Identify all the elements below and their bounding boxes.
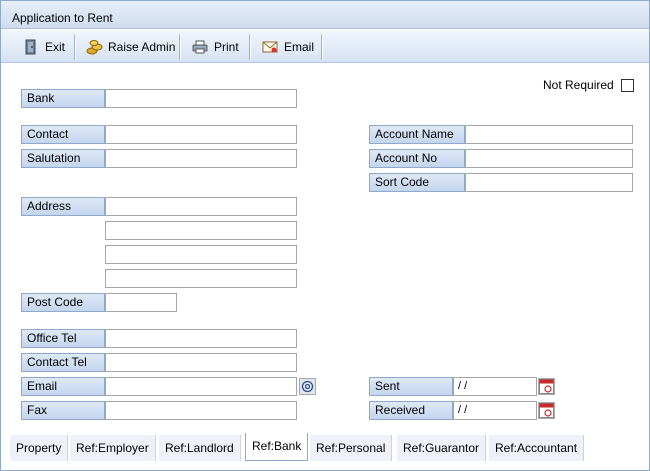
door-icon bbox=[23, 39, 39, 55]
window-title: Application to Rent bbox=[12, 11, 113, 25]
tab-ref-landlord[interactable]: Ref:Landlord bbox=[159, 435, 241, 461]
contact-field[interactable] bbox=[105, 125, 297, 144]
at-sign-icon[interactable] bbox=[299, 378, 316, 395]
tab-ref-bank[interactable]: Ref:Bank bbox=[245, 433, 309, 461]
print-button[interactable]: Print bbox=[192, 34, 239, 60]
tab-ref-employer[interactable]: Ref:Employer bbox=[70, 435, 156, 461]
toolbar-separator bbox=[179, 34, 180, 60]
email-label: Email bbox=[284, 40, 315, 54]
tab-ref-guarantor[interactable]: Ref:Guarantor bbox=[397, 435, 487, 461]
address-line-4-field[interactable] bbox=[105, 269, 297, 288]
envelope-icon bbox=[262, 39, 278, 55]
account-no-label: Account No bbox=[369, 149, 465, 168]
calendar-icon[interactable] bbox=[538, 378, 555, 395]
sort-code-field[interactable] bbox=[465, 173, 633, 192]
address-line-1-field[interactable] bbox=[105, 197, 297, 216]
contact-tel-field[interactable] bbox=[105, 353, 297, 372]
tab-ref-accountant[interactable]: Ref:Accountant bbox=[489, 435, 585, 461]
calendar-icon[interactable] bbox=[538, 402, 555, 419]
bank-field[interactable] bbox=[105, 89, 297, 108]
exit-button[interactable]: Exit bbox=[23, 34, 65, 60]
sent-label: Sent bbox=[369, 377, 453, 396]
office-tel-field[interactable] bbox=[105, 329, 297, 348]
office-tel-label: Office Tel bbox=[21, 329, 105, 348]
contact-tel-label: Contact Tel bbox=[21, 353, 105, 372]
toolbar-separator bbox=[249, 34, 250, 60]
raise-admin-label: Raise Admin bbox=[108, 40, 176, 54]
coins-icon bbox=[86, 39, 103, 55]
account-no-field[interactable] bbox=[465, 149, 633, 168]
title-bar: Application to Rent bbox=[1, 1, 649, 29]
tab-ref-personal[interactable]: Ref:Personal bbox=[310, 435, 393, 461]
not-required-checkbox[interactable] bbox=[621, 79, 634, 92]
account-name-field[interactable] bbox=[465, 125, 633, 144]
email-button[interactable]: Email bbox=[262, 34, 314, 60]
post-code-field[interactable] bbox=[105, 293, 177, 312]
raise-admin-button[interactable]: Raise Admin bbox=[86, 34, 175, 60]
fax-label: Fax bbox=[21, 401, 105, 420]
bank-label: Bank bbox=[21, 89, 105, 108]
post-code-label: Post Code bbox=[21, 293, 105, 312]
toolbar-separator bbox=[74, 34, 75, 60]
application-window: Application to Rent Exit Raise Admin Pri… bbox=[0, 0, 650, 471]
salutation-field[interactable] bbox=[105, 149, 297, 168]
not-required-label: Not Required bbox=[543, 78, 614, 92]
account-name-label: Account Name bbox=[369, 125, 465, 144]
received-label: Received bbox=[369, 401, 453, 420]
fax-field[interactable] bbox=[105, 401, 297, 420]
toolbar-separator bbox=[321, 34, 322, 60]
address-line-3-field[interactable] bbox=[105, 245, 297, 264]
printer-icon bbox=[192, 39, 208, 55]
address-line-2-field[interactable] bbox=[105, 221, 297, 240]
address-label: Address bbox=[21, 197, 105, 216]
email-field-label: Email bbox=[21, 377, 105, 396]
print-label: Print bbox=[214, 40, 239, 54]
toolbar: Exit Raise Admin Print Email bbox=[1, 30, 649, 63]
tab-strip: Property Ref:Employer Ref:Landlord Ref:B… bbox=[8, 433, 642, 463]
email-field[interactable] bbox=[105, 377, 297, 396]
sent-date-field[interactable]: / / bbox=[453, 377, 537, 396]
salutation-label: Salutation bbox=[21, 149, 105, 168]
contact-label: Contact bbox=[21, 125, 105, 144]
received-date-field[interactable]: / / bbox=[453, 401, 537, 420]
tab-property[interactable]: Property bbox=[10, 435, 69, 461]
sort-code-label: Sort Code bbox=[369, 173, 465, 192]
exit-label: Exit bbox=[45, 40, 66, 54]
